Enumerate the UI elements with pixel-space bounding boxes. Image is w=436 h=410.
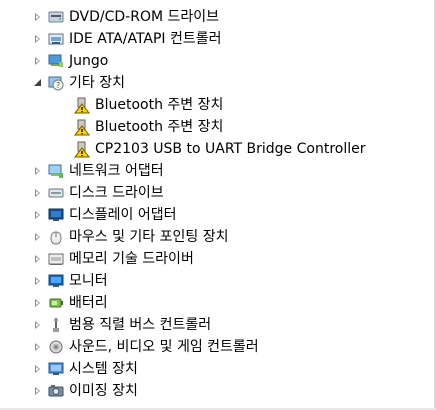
expand-arrow-icon[interactable] — [33, 56, 43, 66]
expand-arrow-icon[interactable] — [33, 342, 43, 352]
tree-item-bluetooth-2[interactable]: Bluetooth 주변 장치 — [73, 116, 223, 138]
expand-arrow-icon[interactable] — [33, 276, 43, 286]
battery-icon — [47, 294, 65, 312]
ide-controller-icon — [47, 30, 65, 48]
expand-arrow-icon[interactable] — [33, 12, 43, 22]
imaging-device-icon — [47, 382, 65, 400]
expand-arrow-icon[interactable] — [33, 298, 43, 308]
expand-arrow-icon[interactable] — [33, 386, 43, 396]
tree-item-mouse[interactable]: 마우스 및 기타 포인팅 장치 — [33, 226, 228, 248]
tree-item-usb[interactable]: 범용 직렬 버스 컨트롤러 — [33, 314, 211, 336]
expand-arrow-icon[interactable] — [33, 364, 43, 374]
collapse-arrow-icon[interactable] — [33, 78, 43, 88]
usb-controller-icon — [47, 316, 65, 334]
network-adapter-icon — [47, 162, 65, 180]
system-device-icon — [47, 360, 65, 378]
tree-item-label: 디스크 드라이브 — [69, 185, 164, 201]
memory-driver-icon — [47, 250, 65, 268]
expand-arrow-icon[interactable] — [33, 320, 43, 330]
disk-drive-icon — [47, 184, 65, 202]
tree-item-label: 이미징 장치 — [69, 383, 138, 399]
display-adapter-icon — [47, 206, 65, 224]
tree-item-label: 사운드, 비디오 및 게임 컨트롤러 — [69, 339, 259, 355]
tree-item-batteries[interactable]: 배터리 — [33, 292, 108, 314]
tree-item-memory-tech[interactable]: 메모리 기술 드라이버 — [33, 248, 194, 270]
tree-item-label: DVD/CD-ROM 드라이브 — [69, 9, 220, 25]
tree-item-display-adapters[interactable]: 디스플레이 어댑터 — [33, 204, 177, 226]
mouse-icon — [47, 228, 65, 246]
tree-item-cp2103[interactable]: CP2103 USB to UART Bridge Controller — [73, 138, 365, 160]
tree-item-label: Jungo — [69, 53, 109, 69]
tree-item-label: CP2103 USB to UART Bridge Controller — [95, 141, 366, 157]
cut-off-row — [0, 0, 436, 2]
expand-arrow-icon[interactable] — [33, 188, 43, 198]
tree-item-label: 배터리 — [69, 295, 108, 311]
tree-item-jungo[interactable]: Jungo — [33, 50, 108, 72]
monitor-icon — [47, 272, 65, 290]
tree-item-disk-drives[interactable]: 디스크 드라이브 — [33, 182, 164, 204]
tree-item-label: 마우스 및 기타 포인팅 장치 — [69, 229, 229, 245]
tree-item-label: 모니터 — [69, 273, 108, 289]
expand-arrow-icon[interactable] — [33, 166, 43, 176]
jungo-device-icon — [47, 52, 65, 70]
tree-item-label: 기타 장치 — [69, 75, 125, 91]
tree-item-other-devices[interactable]: ? 기타 장치 — [33, 72, 125, 94]
tree-item-ide-ata[interactable]: IDE ATA/ATAPI 컨트롤러 — [33, 28, 222, 50]
unknown-device-icon: ? — [47, 74, 65, 92]
tree-item-label: 디스플레이 어댑터 — [69, 207, 177, 223]
tree-item-label: 메모리 기술 드라이버 — [69, 251, 194, 267]
tree-item-label: Bluetooth 주변 장치 — [95, 119, 224, 135]
tree-item-system-devices[interactable]: 시스템 장치 — [33, 358, 138, 380]
expand-arrow-icon[interactable] — [33, 254, 43, 264]
sound-controller-icon — [47, 338, 65, 356]
tree-item-label: Bluetooth 주변 장치 — [95, 97, 224, 113]
tree-item-label: IDE ATA/ATAPI 컨트롤러 — [69, 31, 222, 47]
expand-arrow-icon[interactable] — [33, 232, 43, 242]
warning-device-icon — [73, 118, 91, 136]
tree-item-dvd-cd-rom[interactable]: DVD/CD-ROM 드라이브 — [33, 6, 219, 28]
dvd-drive-icon — [47, 8, 65, 26]
tree-item-bluetooth-1[interactable]: Bluetooth 주변 장치 — [73, 94, 223, 116]
expand-arrow-icon[interactable] — [33, 210, 43, 220]
tree-item-monitors[interactable]: 모니터 — [33, 270, 108, 292]
tree-item-imaging-devices[interactable]: 이미징 장치 — [33, 380, 138, 402]
tree-item-label: 시스템 장치 — [69, 361, 138, 377]
svg-text:?: ? — [56, 81, 60, 90]
tree-item-label: 범용 직렬 버스 컨트롤러 — [69, 317, 212, 333]
tree-item-sound[interactable]: 사운드, 비디오 및 게임 컨트롤러 — [33, 336, 259, 358]
device-manager-tree: DVD/CD-ROM 드라이브 IDE ATA/ATAPI 컨트롤러 Jungo… — [0, 0, 436, 410]
tree-item-network-adapters[interactable]: 네트워크 어댑터 — [33, 160, 164, 182]
warning-device-icon — [73, 96, 91, 114]
tree-item-label: 네트워크 어댑터 — [69, 163, 164, 179]
expand-arrow-icon[interactable] — [33, 34, 43, 44]
warning-device-icon — [73, 140, 91, 158]
